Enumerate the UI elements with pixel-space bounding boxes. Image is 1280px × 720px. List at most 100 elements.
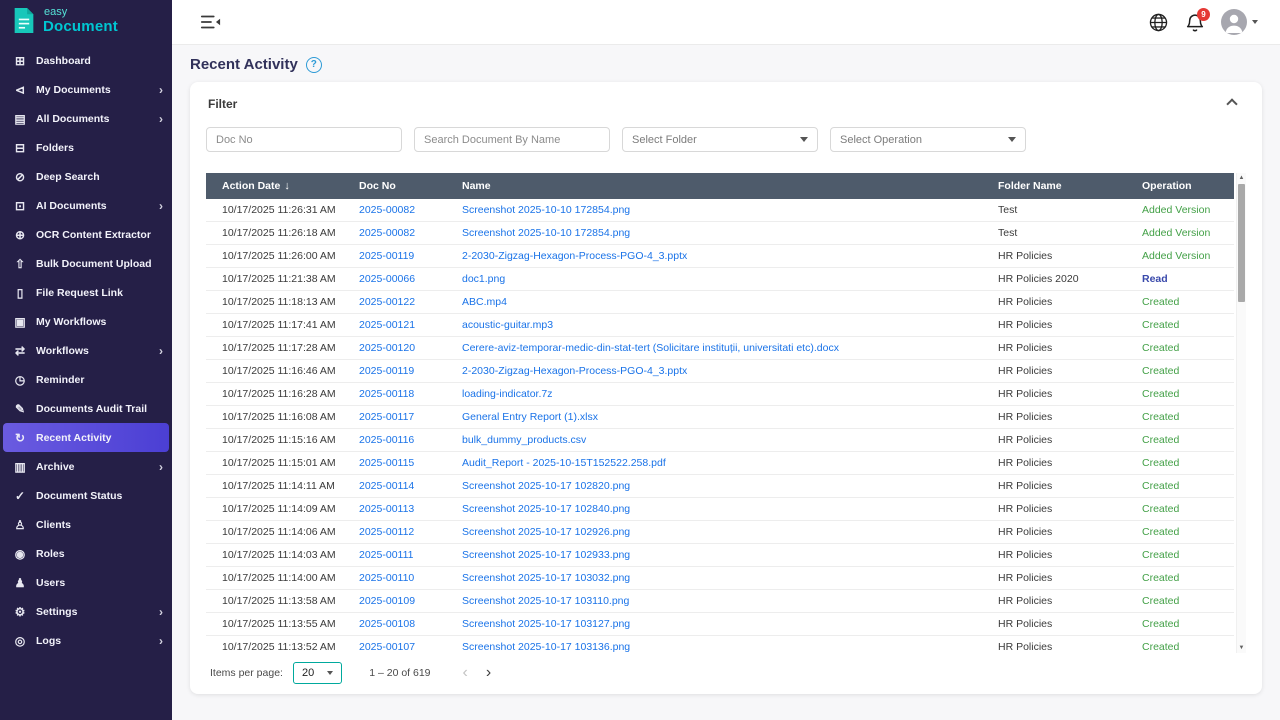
document-name-link[interactable]: Screenshot 2025-10-10 172854.png bbox=[462, 204, 630, 216]
scrollbar-thumb[interactable] bbox=[1238, 184, 1245, 302]
sidebar-toggle-icon[interactable] bbox=[200, 13, 221, 31]
operation-label[interactable]: Created bbox=[1142, 388, 1179, 400]
operation-label[interactable]: Created bbox=[1142, 342, 1179, 354]
sidebar-item-clients[interactable]: ♙ Clients bbox=[0, 510, 172, 539]
document-name-link[interactable]: bulk_dummy_products.csv bbox=[462, 434, 586, 446]
document-name-link[interactable]: General Entry Report (1).xlsx bbox=[462, 411, 598, 423]
document-name-link[interactable]: doc1.png bbox=[462, 273, 505, 285]
doc-no-link[interactable]: 2025-00066 bbox=[359, 273, 415, 285]
column-header-doc-no[interactable]: Doc No bbox=[351, 173, 454, 199]
doc-no-input[interactable] bbox=[206, 127, 402, 152]
operation-label[interactable]: Created bbox=[1142, 618, 1179, 630]
document-name-link[interactable]: Screenshot 2025-10-17 102840.png bbox=[462, 503, 630, 515]
doc-no-link[interactable]: 2025-00111 bbox=[359, 549, 414, 561]
doc-no-link[interactable]: 2025-00119 bbox=[359, 250, 414, 262]
operation-label[interactable]: Created bbox=[1142, 411, 1179, 423]
scroll-down-icon[interactable]: ▼ bbox=[1237, 643, 1246, 653]
doc-no-link[interactable]: 2025-00114 bbox=[359, 480, 414, 492]
sidebar-item-my-documents[interactable]: ⊲ My Documents › bbox=[0, 75, 172, 104]
operation-label[interactable]: Created bbox=[1142, 526, 1179, 538]
sidebar-item-roles[interactable]: ◉ Roles bbox=[0, 539, 172, 568]
column-header-action-date[interactable]: Action Date ↓ bbox=[206, 173, 351, 199]
sidebar-item-reminder[interactable]: ◷ Reminder bbox=[0, 365, 172, 394]
prev-page-icon[interactable]: ‹ bbox=[463, 665, 468, 681]
operation-label[interactable]: Created bbox=[1142, 595, 1179, 607]
folder-select[interactable]: Select Folder bbox=[622, 127, 818, 152]
sidebar-item-deep-search[interactable]: ⊘ Deep Search bbox=[0, 162, 172, 191]
document-name-link[interactable]: Screenshot 2025-10-17 102820.png bbox=[462, 480, 630, 492]
document-name-link[interactable]: loading-indicator.7z bbox=[462, 388, 552, 400]
table-scrollbar[interactable]: ▲ ▼ bbox=[1236, 173, 1246, 653]
column-header-operation[interactable]: Operation bbox=[1134, 173, 1234, 199]
operation-label[interactable]: Read bbox=[1142, 273, 1168, 285]
search-name-input[interactable] bbox=[414, 127, 610, 152]
document-name-link[interactable]: 2-2030-Zigzag-Hexagon-Process-PGO-4_3.pp… bbox=[462, 250, 687, 262]
doc-no-link[interactable]: 2025-00116 bbox=[359, 434, 414, 446]
document-name-link[interactable]: Screenshot 2025-10-17 102926.png bbox=[462, 526, 630, 538]
document-name-link[interactable]: ABC.mp4 bbox=[462, 296, 507, 308]
operation-label[interactable]: Added Version bbox=[1142, 227, 1210, 239]
operation-select[interactable]: Select Operation bbox=[830, 127, 1026, 152]
sidebar-item-ai-documents[interactable]: ⊡ AI Documents › bbox=[0, 191, 172, 220]
operation-label[interactable]: Created bbox=[1142, 480, 1179, 492]
document-name-link[interactable]: 2-2030-Zigzag-Hexagon-Process-PGO-4_3.pp… bbox=[462, 365, 687, 377]
document-name-link[interactable]: Screenshot 2025-10-17 103032.png bbox=[462, 572, 630, 584]
doc-no-link[interactable]: 2025-00113 bbox=[359, 503, 414, 515]
column-header-name[interactable]: Name bbox=[454, 173, 990, 199]
sidebar-item-ocr-content-extractor[interactable]: ⊕ OCR Content Extractor bbox=[0, 220, 172, 249]
next-page-icon[interactable]: › bbox=[486, 665, 491, 681]
sidebar-item-bulk-document-upload[interactable]: ⇧ Bulk Document Upload bbox=[0, 249, 172, 278]
sidebar-item-workflows[interactable]: ⇄ Workflows › bbox=[0, 336, 172, 365]
document-name-link[interactable]: Screenshot 2025-10-17 103127.png bbox=[462, 618, 630, 630]
doc-no-link[interactable]: 2025-00112 bbox=[359, 526, 414, 538]
doc-no-link[interactable]: 2025-00082 bbox=[359, 227, 415, 239]
operation-label[interactable]: Created bbox=[1142, 641, 1179, 653]
sort-desc-icon[interactable]: ↓ bbox=[284, 180, 290, 192]
language-globe-icon[interactable] bbox=[1148, 12, 1169, 33]
document-name-link[interactable]: Audit_Report - 2025-10-15T152522.258.pdf bbox=[462, 457, 666, 469]
doc-no-link[interactable]: 2025-00082 bbox=[359, 204, 415, 216]
operation-label[interactable]: Created bbox=[1142, 319, 1179, 331]
document-name-link[interactable]: Cerere-aviz-temporar-medic-din-stat-tert… bbox=[462, 342, 839, 354]
doc-no-link[interactable]: 2025-00119 bbox=[359, 365, 414, 377]
operation-label[interactable]: Created bbox=[1142, 457, 1179, 469]
operation-label[interactable]: Added Version bbox=[1142, 204, 1210, 216]
sidebar-item-users[interactable]: ♟ Users bbox=[0, 568, 172, 597]
document-name-link[interactable]: Screenshot 2025-10-17 103110.png bbox=[462, 595, 629, 607]
document-name-link[interactable]: Screenshot 2025-10-17 102933.png bbox=[462, 549, 630, 561]
filter-collapse-icon[interactable] bbox=[1226, 98, 1238, 110]
sidebar-item-documents-audit-trail[interactable]: ✎ Documents Audit Trail bbox=[0, 394, 172, 423]
doc-no-link[interactable]: 2025-00107 bbox=[359, 641, 415, 653]
operation-label[interactable]: Created bbox=[1142, 572, 1179, 584]
document-name-link[interactable]: acoustic-guitar.mp3 bbox=[462, 319, 553, 331]
document-name-link[interactable]: Screenshot 2025-10-17 103136.png bbox=[462, 641, 630, 653]
document-name-link[interactable]: Screenshot 2025-10-10 172854.png bbox=[462, 227, 630, 239]
sidebar-item-settings[interactable]: ⚙ Settings › bbox=[0, 597, 172, 626]
help-icon[interactable]: ? bbox=[305, 56, 322, 73]
app-logo[interactable]: easy Document bbox=[0, 0, 172, 41]
notifications-bell-icon[interactable]: 9 bbox=[1186, 7, 1210, 33]
sidebar-item-document-status[interactable]: ✓ Document Status bbox=[0, 481, 172, 510]
column-header-folder-name[interactable]: Folder Name bbox=[990, 173, 1134, 199]
items-per-page-select[interactable]: 20 bbox=[292, 662, 343, 684]
sidebar-item-file-request-link[interactable]: ▯ File Request Link bbox=[0, 278, 172, 307]
scroll-up-icon[interactable]: ▲ bbox=[1237, 173, 1246, 183]
doc-no-link[interactable]: 2025-00117 bbox=[359, 411, 414, 423]
doc-no-link[interactable]: 2025-00118 bbox=[359, 388, 414, 400]
doc-no-link[interactable]: 2025-00115 bbox=[359, 457, 414, 469]
operation-label[interactable]: Created bbox=[1142, 365, 1179, 377]
sidebar-item-all-documents[interactable]: ▤ All Documents › bbox=[0, 104, 172, 133]
operation-label[interactable]: Created bbox=[1142, 503, 1179, 515]
sidebar-item-folders[interactable]: ⊟ Folders bbox=[0, 133, 172, 162]
doc-no-link[interactable]: 2025-00110 bbox=[359, 572, 414, 584]
sidebar-item-my-workflows[interactable]: ▣ My Workflows bbox=[0, 307, 172, 336]
doc-no-link[interactable]: 2025-00121 bbox=[359, 319, 415, 331]
doc-no-link[interactable]: 2025-00120 bbox=[359, 342, 415, 354]
operation-label[interactable]: Added Version bbox=[1142, 250, 1210, 262]
sidebar-item-logs[interactable]: ◎ Logs › bbox=[0, 626, 172, 655]
operation-label[interactable]: Created bbox=[1142, 549, 1179, 561]
doc-no-link[interactable]: 2025-00122 bbox=[359, 296, 415, 308]
doc-no-link[interactable]: 2025-00108 bbox=[359, 618, 415, 630]
operation-label[interactable]: Created bbox=[1142, 434, 1179, 446]
sidebar-item-archive[interactable]: ▥ Archive › bbox=[0, 452, 172, 481]
